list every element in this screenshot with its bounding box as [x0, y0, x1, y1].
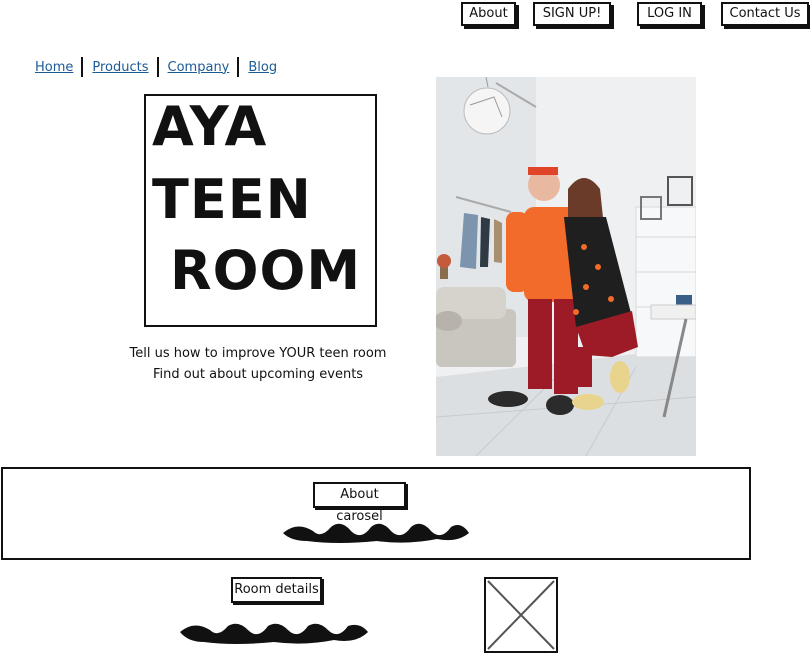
hero-title-line-3: ROOM	[170, 239, 362, 302]
hero-title-line-2: TEEN	[152, 168, 312, 231]
nav-link-blog[interactable]: Blog	[247, 60, 285, 75]
hero-title-box: AYA TEEN ROOM	[144, 94, 377, 327]
carousel-section: About carosel	[1, 467, 751, 560]
nav-link-products[interactable]: Products	[91, 60, 156, 75]
carousel-scribble-placeholder	[283, 523, 469, 543]
nav-link-home[interactable]: Home	[34, 60, 81, 75]
nav-divider	[81, 57, 84, 77]
contact-button[interactable]: Contact Us	[721, 2, 809, 26]
main-nav: Home Products Company Blog	[34, 57, 285, 77]
hero-photo	[436, 77, 696, 456]
carousel-label: About carosel	[313, 482, 406, 524]
nav-divider	[237, 57, 240, 77]
nav-link-company[interactable]: Company	[167, 60, 238, 75]
room-details-scribble-placeholder	[180, 623, 368, 644]
room-details-label: Room details	[231, 577, 322, 603]
hero-photo-illustration	[436, 77, 696, 456]
about-button[interactable]: About	[461, 2, 516, 26]
hero-title-line-1: AYA	[152, 95, 268, 158]
login-button[interactable]: LOG IN	[637, 2, 702, 26]
image-placeholder-icon	[487, 580, 555, 650]
nav-divider	[156, 57, 159, 77]
hero-tagline-1: Tell us how to improve YOUR teen room	[129, 346, 387, 361]
signup-button[interactable]: SIGN UP!	[533, 2, 611, 26]
image-placeholder	[484, 577, 558, 653]
hero-tagline-2: Find out about upcoming events	[152, 367, 364, 382]
